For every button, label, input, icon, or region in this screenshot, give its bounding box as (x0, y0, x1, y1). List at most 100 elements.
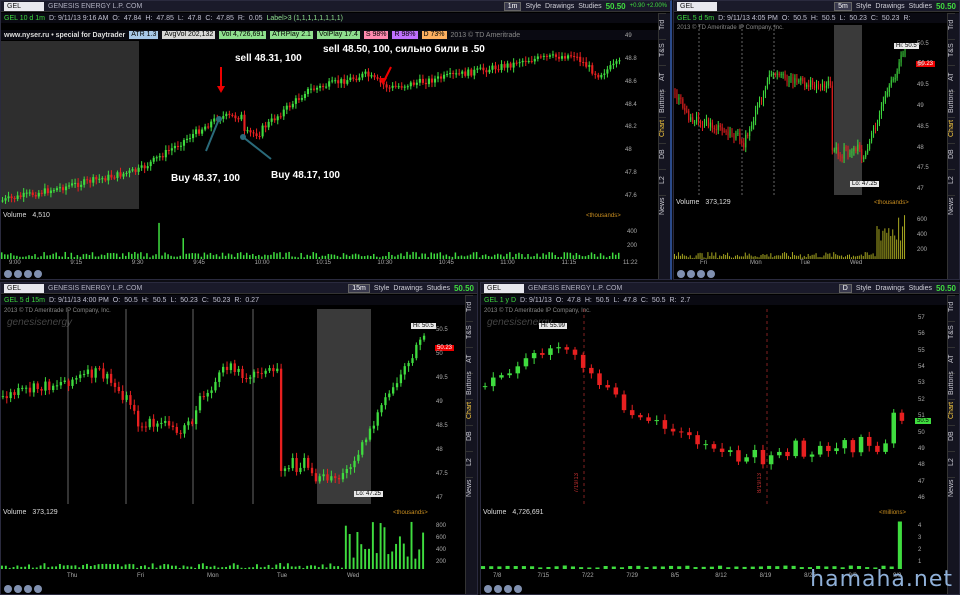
style-button[interactable]: Style (525, 3, 541, 10)
tab-news[interactable]: News (466, 477, 473, 499)
tab-at[interactable]: AT (466, 347, 473, 369)
tab-db[interactable]: DB (948, 143, 955, 165)
tab-trade[interactable]: Trd (948, 295, 955, 317)
tab-l2[interactable]: L2 (659, 169, 666, 191)
chart-pane-5min[interactable]: GEL 5m Style Drawings Studies 50.50 GEL … (673, 0, 960, 280)
tab-at[interactable]: AT (948, 65, 955, 87)
tab-at[interactable]: AT (948, 347, 955, 369)
tab-l2[interactable]: L2 (466, 451, 473, 473)
tab-time-sales[interactable]: T&S (948, 39, 955, 61)
candle (394, 85, 397, 87)
tab-buttons[interactable]: Buttons (466, 371, 473, 395)
side-tabs[interactable]: Trd T&S AT Buttons Chart DB L2 News (658, 13, 670, 279)
tab-news[interactable]: News (659, 195, 666, 217)
candle (261, 125, 264, 137)
volume-bar (701, 253, 703, 259)
volume-bar (327, 253, 330, 259)
zoom-controls[interactable] (481, 584, 525, 594)
event-marker[interactable]: 7/19/13 (574, 473, 580, 493)
timeframe-button[interactable]: 15m (348, 283, 370, 293)
candle (395, 383, 399, 388)
tab-db[interactable]: DB (948, 425, 955, 447)
tab-news[interactable]: News (948, 195, 955, 217)
candle (845, 147, 847, 149)
side-tabs[interactable]: Trd T&S AT Buttons Chart DB L2 News (947, 295, 959, 594)
side-tabs[interactable]: Trd T&S AT Buttons Chart DB L2 News (465, 295, 477, 594)
symbol-input[interactable]: GEL (677, 1, 717, 11)
volume-bar (58, 563, 61, 569)
candle (373, 75, 376, 78)
drawings-button[interactable]: Drawings (393, 285, 422, 292)
zoom-controls[interactable] (1, 584, 45, 594)
studies-button[interactable]: Studies (909, 3, 932, 10)
volume-bar (333, 254, 336, 259)
tab-l2[interactable]: L2 (948, 169, 955, 191)
tab-buttons[interactable]: Buttons (948, 89, 955, 113)
timeframe-button[interactable]: D (838, 283, 852, 293)
drawings-button[interactable]: Drawings (875, 3, 904, 10)
studies-button[interactable]: Studies (909, 285, 932, 292)
studies-button[interactable]: Studies (427, 285, 450, 292)
info-field: C: (201, 296, 209, 304)
tab-time-sales[interactable]: T&S (659, 39, 666, 61)
tab-time-sales[interactable]: T&S (466, 321, 473, 343)
candle (384, 397, 387, 406)
tab-buttons[interactable]: Buttons (659, 89, 666, 113)
chart-pane-daily[interactable]: GEL GENESIS ENERGY L.P. COM D Style Draw… (480, 282, 960, 595)
candle (705, 119, 707, 124)
candle (411, 358, 414, 363)
style-button[interactable]: Style (374, 285, 390, 292)
tab-db[interactable]: DB (466, 425, 473, 447)
zoom-controls[interactable] (1, 269, 45, 279)
tab-db[interactable]: DB (659, 143, 666, 165)
zoom-controls[interactable] (674, 269, 718, 279)
tab-chart[interactable]: Chart (948, 117, 955, 139)
tab-chart[interactable]: Chart (948, 399, 955, 421)
event-marker[interactable]: 8/19/13 (757, 473, 763, 493)
chart-pane-15min[interactable]: GEL GENESIS ENERGY L.P. COM 15m Style Dr… (0, 282, 478, 595)
style-button[interactable]: Style (856, 3, 872, 10)
timeframe-button[interactable]: 1m (503, 1, 522, 11)
candle (721, 127, 723, 131)
volume-bar (279, 563, 282, 569)
candle (793, 440, 798, 457)
tab-time-sales[interactable]: T&S (948, 321, 955, 343)
tab-trade[interactable]: Trd (466, 295, 473, 317)
tab-trade[interactable]: Trd (659, 13, 666, 35)
tab-buttons[interactable]: Buttons (948, 371, 955, 395)
tab-chart[interactable]: Chart (659, 117, 666, 139)
style-button[interactable]: Style (856, 285, 872, 292)
tab-news[interactable]: News (948, 477, 955, 499)
side-tabs[interactable]: Trd T&S AT Buttons Chart DB L2 News (947, 13, 959, 279)
price-chart[interactable] (1, 41, 659, 209)
drawings-button[interactable]: Drawings (875, 285, 904, 292)
y-tick-label: 200 (917, 247, 928, 253)
price-chart[interactable] (1, 309, 431, 504)
y-tick-label: 49.5 (917, 82, 929, 89)
y-tick-label: 54 (918, 364, 925, 371)
timeframe-button[interactable]: 5m (834, 1, 852, 11)
volume-bar (4, 254, 6, 259)
candle (98, 178, 101, 180)
tab-at[interactable]: AT (659, 65, 666, 87)
studies-button[interactable]: Studies (578, 3, 601, 10)
chart-pane-1min[interactable]: GEL GENESIS ENERGY L.P. COM 1m Style Dra… (0, 0, 672, 280)
price-chart[interactable] (674, 25, 914, 195)
volume-bar (170, 255, 172, 259)
volume-bar (397, 254, 399, 259)
drawings-button[interactable]: Drawings (545, 3, 574, 10)
volume-bar (837, 255, 839, 259)
candle (899, 412, 905, 421)
symbol-input[interactable]: GEL (4, 283, 44, 293)
price-chart[interactable] (481, 309, 913, 504)
tab-trade[interactable]: Trd (948, 13, 955, 35)
x-tick-label: Tue (277, 573, 288, 579)
tab-chart[interactable]: Chart (466, 399, 473, 421)
volume-bar (382, 256, 384, 259)
symbol-input[interactable]: GEL (484, 283, 524, 293)
volume-bar (348, 533, 351, 569)
tab-l2[interactable]: L2 (948, 451, 955, 473)
volume-bar (388, 252, 390, 259)
y-tick-label: 600 (436, 535, 447, 541)
symbol-input[interactable]: GEL (4, 1, 44, 11)
